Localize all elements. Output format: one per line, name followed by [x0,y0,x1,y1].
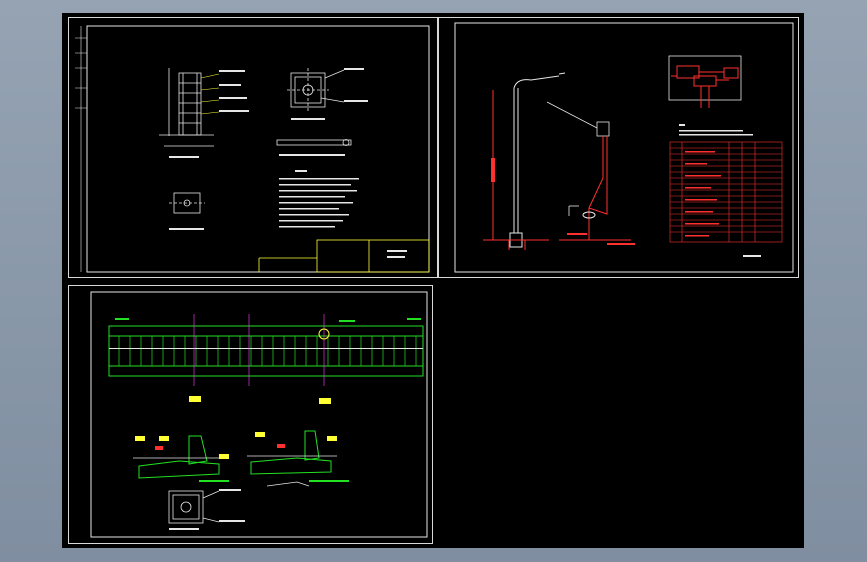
drawing-sheet-foundation[interactable] [68,17,438,278]
drawing-sheet-street-light[interactable] [438,17,799,278]
cad-viewport[interactable] [62,13,804,548]
foundation-drawing [75,25,430,273]
drawing-sheet-railing[interactable] [68,285,433,544]
railing-drawing [90,291,428,538]
street-light-drawing [454,22,794,273]
